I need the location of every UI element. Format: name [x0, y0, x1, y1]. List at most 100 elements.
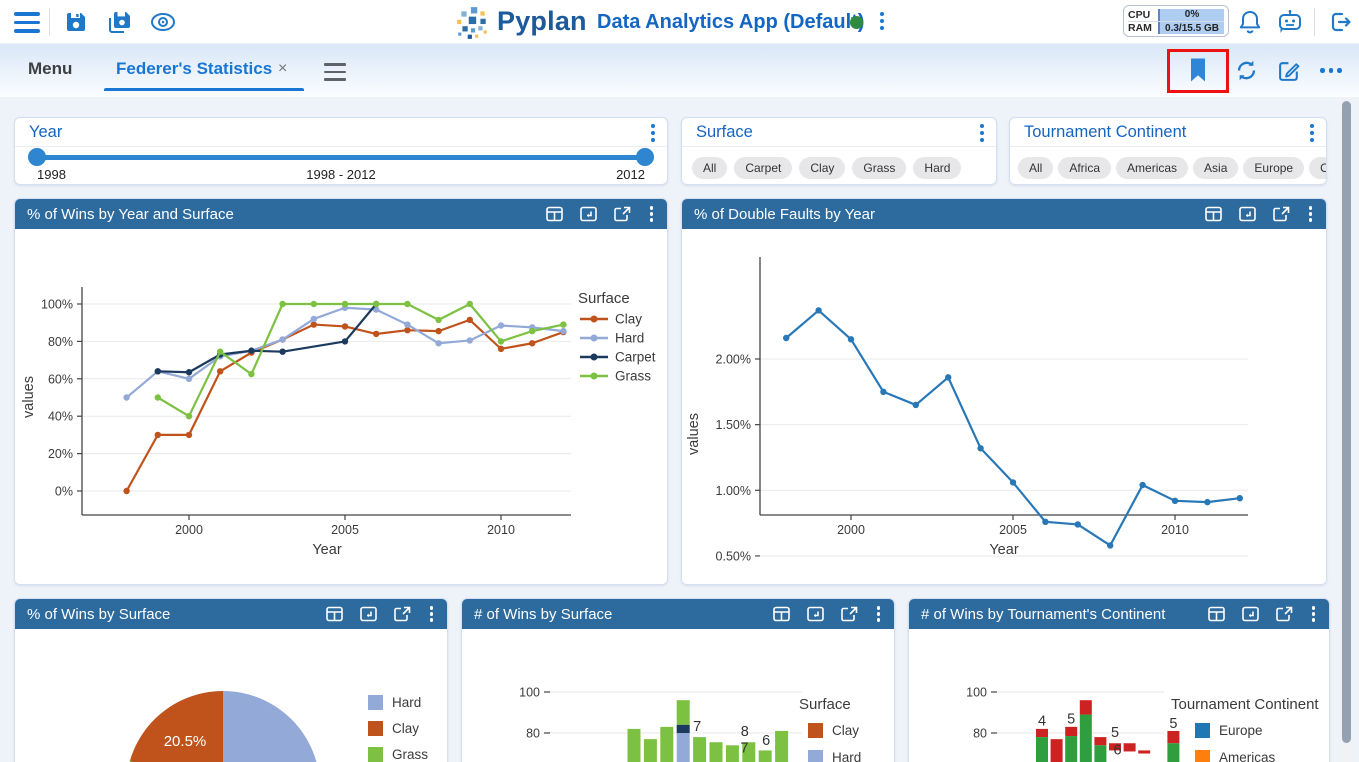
notifications-bell-icon[interactable] [1238, 9, 1262, 35]
tab-close-icon[interactable]: × [278, 60, 287, 78]
chip-surface-hard[interactable]: Hard [913, 157, 961, 179]
chip-surface-carpet[interactable]: Carpet [734, 157, 792, 179]
svg-text:2005: 2005 [999, 523, 1027, 537]
table-view-icon[interactable] [773, 606, 790, 622]
expand-external-icon[interactable] [841, 606, 858, 622]
svg-text:2010: 2010 [1161, 523, 1189, 537]
expand-external-icon[interactable] [1273, 206, 1290, 222]
svg-text:80: 80 [526, 727, 540, 741]
svg-text:40%: 40% [48, 410, 73, 424]
svg-text:2005: 2005 [331, 523, 359, 537]
chart-card-wins-by-surface-pie: % of Wins by Surface 20.5% HardClayGrass [14, 598, 448, 762]
scrollbar-track[interactable] [1340, 97, 1353, 762]
svg-text:20%: 20% [48, 447, 73, 461]
svg-text:7: 7 [740, 740, 748, 756]
app-menu-kebab-icon[interactable] [880, 12, 884, 30]
more-options-icon[interactable] [1320, 68, 1342, 73]
tab-federers-statistics[interactable]: Federer's Statistics [116, 59, 272, 79]
slider-handle-min[interactable] [28, 148, 46, 166]
chip-continent-all[interactable]: All [1018, 157, 1053, 179]
chart-kebab-icon[interactable] [1310, 606, 1318, 622]
filter-kebab-icon[interactable] [1310, 124, 1314, 142]
chart-card-wins-by-year-surface: % of Wins by Year and Surface 0%20%40%60… [14, 198, 668, 585]
table-view-icon[interactable] [546, 206, 563, 222]
chart-kebab-icon[interactable] [875, 606, 883, 622]
chart-title: # of Wins by Tournament's Continent [921, 606, 1208, 623]
save-all-icon[interactable] [106, 8, 133, 35]
filter-card-surface: Surface AllCarpetClayGrassHard [681, 117, 997, 185]
year-range-slider[interactable]: 1998 1998 - 2012 2012 [15, 147, 667, 185]
filter-kebab-icon[interactable] [651, 124, 655, 142]
cpu-label: CPU [1128, 9, 1158, 21]
svg-text:Surface: Surface [578, 290, 630, 307]
switch-view-icon[interactable] [580, 206, 597, 222]
slider-min-label: 1998 [37, 167, 66, 182]
divider [49, 8, 50, 36]
app-bar: Pyplan Data Analytics App (Default) CPU … [0, 0, 1359, 44]
menu-button[interactable]: Menu [28, 59, 72, 79]
pie-slice-label: 20.5% [155, 733, 215, 750]
table-view-icon[interactable] [326, 606, 343, 622]
svg-text:2000: 2000 [837, 523, 865, 537]
table-view-icon[interactable] [1208, 606, 1225, 622]
svg-text:100: 100 [519, 686, 540, 700]
scrollbar-thumb[interactable] [1342, 101, 1351, 743]
chip-continent-oceania[interactable]: Oceania [1309, 157, 1327, 179]
ram-label: RAM [1128, 22, 1158, 34]
chip-continent-europe[interactable]: Europe [1243, 157, 1304, 179]
switch-view-icon[interactable] [1239, 206, 1256, 222]
active-tab-underline [104, 88, 304, 91]
logout-icon[interactable] [1328, 9, 1354, 35]
legend-label: Grass [392, 747, 428, 762]
expand-external-icon[interactable] [1276, 606, 1293, 622]
chip-surface-grass[interactable]: Grass [852, 157, 906, 179]
expand-external-icon[interactable] [614, 206, 631, 222]
chip-surface-all[interactable]: All [692, 157, 727, 179]
refresh-icon[interactable] [1234, 58, 1259, 83]
chip-continent-americas[interactable]: Americas [1116, 157, 1188, 179]
edit-icon[interactable] [1277, 58, 1302, 83]
expand-external-icon[interactable] [394, 606, 411, 622]
filter-card-year: Year 1998 1998 - 2012 2012 [14, 117, 668, 185]
filter-kebab-icon[interactable] [980, 124, 984, 142]
slider-handle-max[interactable] [636, 148, 654, 166]
hamburger-menu-icon[interactable] [14, 12, 40, 33]
brand-name: Pyplan [497, 6, 587, 37]
highlight-box [1167, 49, 1229, 93]
svg-text:Year: Year [312, 542, 341, 558]
svg-text:2.00%: 2.00% [716, 353, 751, 367]
svg-text:Tournament Continent: Tournament Continent [1171, 696, 1319, 713]
save-icon[interactable] [64, 10, 88, 34]
switch-view-icon[interactable] [1242, 606, 1259, 622]
chart-kebab-icon[interactable] [648, 206, 656, 222]
chip-surface-clay[interactable]: Clay [799, 157, 845, 179]
filter-title: Tournament Continent [1024, 123, 1186, 142]
svg-text:values: values [686, 413, 702, 455]
table-view-icon[interactable] [1205, 206, 1222, 222]
chip-continent-asia[interactable]: Asia [1193, 157, 1238, 179]
tab-bar: Menu Federer's Statistics × [0, 44, 1359, 97]
ram-usage-bar: 0.3/15.5 GB [1158, 22, 1224, 34]
slider-track[interactable] [30, 155, 652, 160]
status-dot [850, 16, 863, 29]
legend-swatch [368, 695, 383, 710]
legend-item-hard[interactable]: Hard [368, 689, 428, 715]
assistant-bot-icon[interactable] [1276, 8, 1304, 36]
svg-text:Grass: Grass [615, 369, 651, 384]
chip-continent-africa[interactable]: Africa [1058, 157, 1111, 179]
chart-kebab-icon[interactable] [1307, 206, 1315, 222]
switch-view-icon[interactable] [360, 606, 377, 622]
tab-list-icon[interactable] [324, 63, 346, 81]
legend-label: Hard [392, 695, 421, 710]
svg-text:5: 5 [1111, 725, 1119, 741]
chart-kebab-icon[interactable] [428, 606, 436, 622]
divider [1314, 8, 1315, 36]
chart-title: % of Double Faults by Year [694, 206, 1205, 223]
slider-max-label: 2012 [616, 167, 645, 182]
legend-item-grass[interactable]: Grass [368, 741, 428, 762]
svg-text:Carpet: Carpet [615, 350, 656, 365]
preview-eye-icon[interactable] [149, 10, 177, 34]
svg-text:Americas: Americas [1219, 750, 1276, 762]
switch-view-icon[interactable] [807, 606, 824, 622]
legend-item-clay[interactable]: Clay [368, 715, 428, 741]
